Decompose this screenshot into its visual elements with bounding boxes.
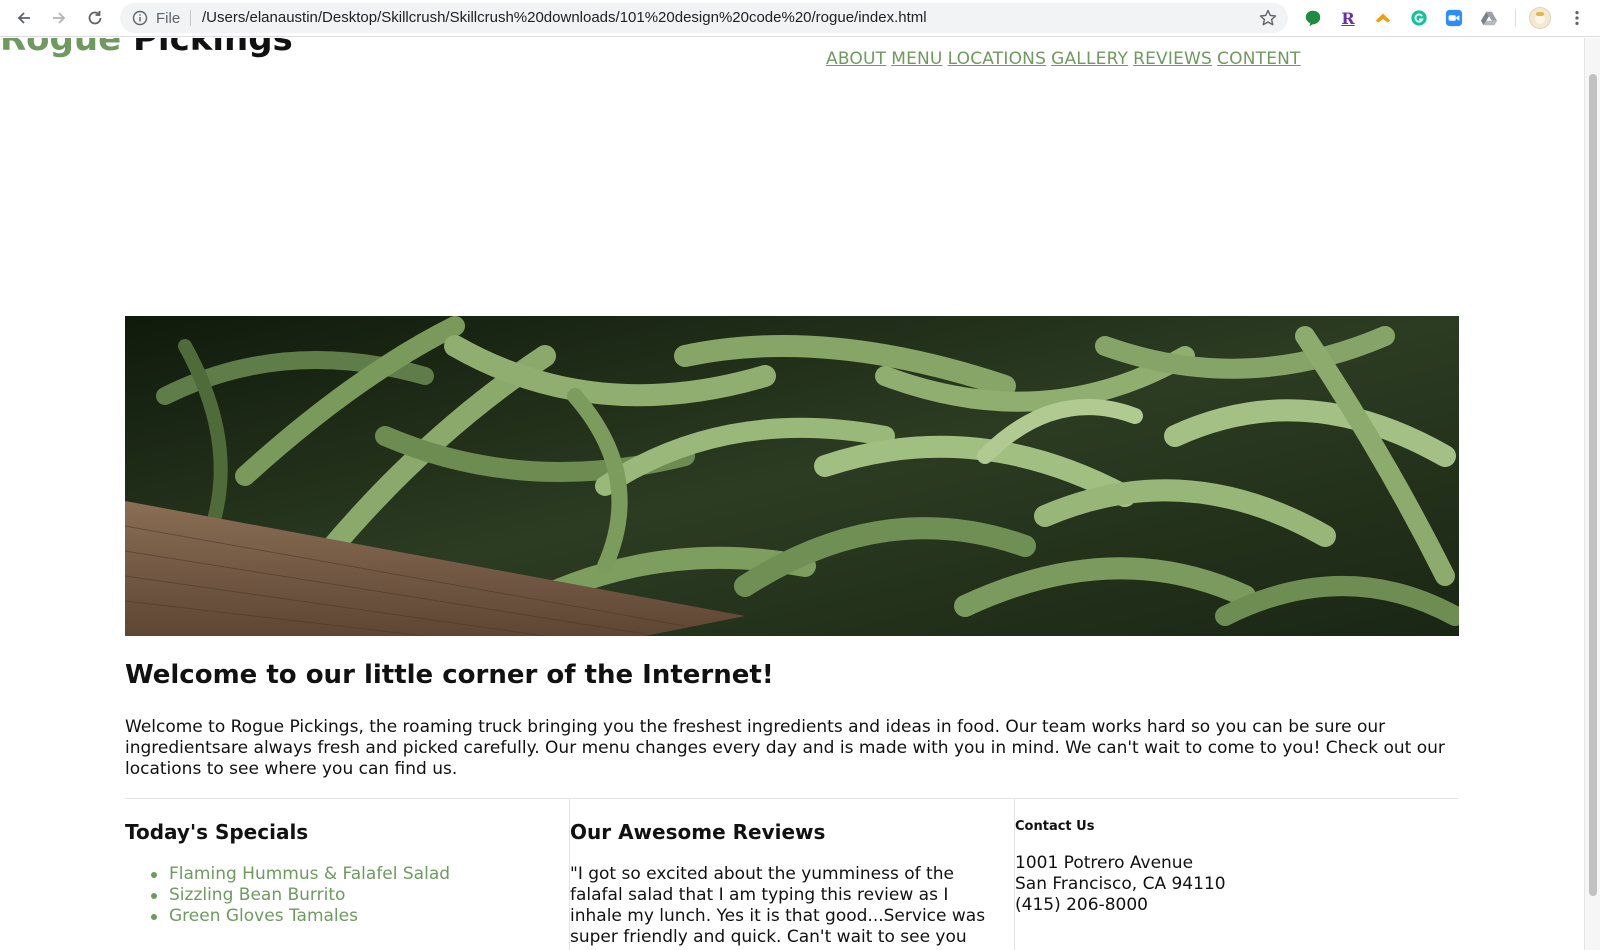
logo-word-rogue: Rogue [0,38,122,59]
welcome-paragraph: Welcome to Rogue Pickings, the roaming t… [125,717,1445,779]
toolbar-divider [1515,9,1516,27]
grammarly-extension-icon[interactable] [1408,7,1430,29]
forward-button[interactable] [47,6,71,30]
reload-button[interactable] [83,6,107,30]
r-extension-icon[interactable]: R [1337,7,1359,29]
back-button[interactable] [12,6,36,30]
site-logo[interactable]: Rogue Pickings [0,38,300,64]
nav-content-link[interactable]: CONTENT [1217,49,1301,69]
contact-column: Contact Us 1001 Potrero Avenue San Franc… [1015,799,1226,916]
reload-icon [88,11,102,25]
info-icon[interactable] [132,10,148,26]
hero-image-green-beans [125,316,1459,636]
browser-menu-icon[interactable] [1566,7,1588,29]
omnibox-divider [190,10,191,26]
url-text[interactable]: /Users/elanaustin/Desktop/Skillcrush/Ski… [202,9,927,26]
address-line-1: 1001 Potrero Avenue [1015,853,1194,873]
nav-reviews-link[interactable]: REVIEWS [1133,49,1212,69]
list-item: Sizzling Bean Burrito [125,885,450,906]
zoom-extension-icon[interactable] [1443,7,1465,29]
scrollbar-thumb[interactable] [1589,74,1597,896]
nav-gallery-link[interactable]: GALLERY [1051,49,1128,69]
honey-extension-icon[interactable] [1372,7,1394,29]
address-line-2: San Francisco, CA 94110 [1015,874,1226,894]
list-item: Green Gloves Tamales [125,906,450,927]
page-scrollbar[interactable] [1584,38,1600,950]
list-item: Flaming Hummus & Falafel Salad [125,864,450,885]
reviews-column: Our Awesome Reviews "I got so excited ab… [570,799,1000,948]
file-scheme-label: File [156,10,181,27]
browser-toolbar: File /Users/elanaustin/Desktop/Skillcrus… [0,0,1600,37]
forward-arrow-icon [53,12,66,24]
phone-number: (415) 206-8000 [1015,895,1148,915]
address-bar[interactable]: File /Users/elanaustin/Desktop/Skillcrus… [120,3,1288,33]
specials-heading: Today's Specials [125,820,309,844]
specials-list: Flaming Hummus & Falafel Salad Sizzling … [125,864,450,927]
nav-menu-link[interactable]: MENU [891,49,942,69]
nav-locations-link[interactable]: LOCATIONS [948,49,1047,69]
logo-word-pickings: Pickings [133,38,293,59]
contact-heading: Contact Us [1015,819,1095,834]
reviews-heading: Our Awesome Reviews [570,820,826,844]
nav-about-link[interactable]: ABOUT [826,49,886,69]
drive-extension-icon[interactable] [1478,7,1500,29]
review-text: "I got so excited about the yumminess of… [570,864,986,947]
green-leaf-extension-icon[interactable] [1302,7,1324,29]
bookmark-star-icon[interactable] [1258,8,1278,28]
back-arrow-icon [17,12,30,24]
welcome-heading: Welcome to our little corner of the Inte… [125,660,774,690]
specials-column: Today's Specials Flaming Hummus & Falafe… [125,799,450,927]
main-navigation: ABOUT MENU LOCATIONS GALLERY REVIEWS CON… [826,49,1301,69]
profile-avatar-icon[interactable] [1529,7,1551,29]
